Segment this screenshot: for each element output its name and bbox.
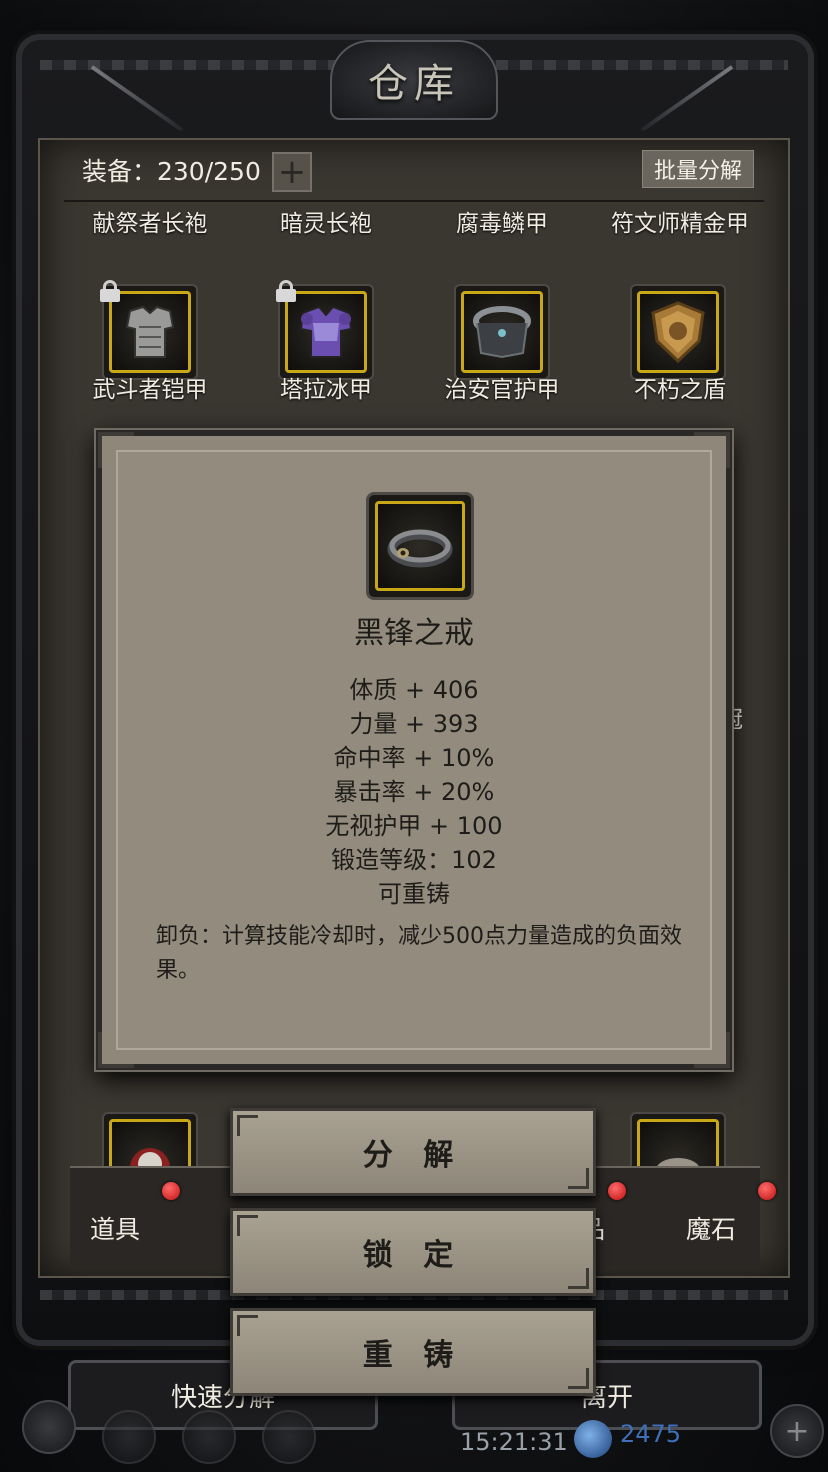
header-divider bbox=[64, 200, 764, 202]
notification-dot bbox=[608, 1182, 626, 1200]
item-icon-frame bbox=[366, 492, 474, 600]
item-name[interactable]: 暗灵长袍 bbox=[236, 204, 416, 238]
title-plate: 仓库 bbox=[330, 40, 498, 120]
stat-line: 体质 + 406 bbox=[349, 676, 479, 704]
item-name[interactable]: 武斗者铠甲 bbox=[60, 370, 240, 404]
recast-button[interactable]: 重 铸 bbox=[230, 1308, 596, 1396]
stat-line: 无视护甲 + 100 bbox=[325, 812, 503, 840]
tab-magic-stone[interactable]: 魔石 bbox=[686, 1210, 736, 1246]
menu-icon[interactable] bbox=[262, 1410, 316, 1464]
expand-capacity-button[interactable]: + bbox=[272, 152, 312, 192]
add-gems-icon[interactable]: + bbox=[770, 1404, 824, 1458]
clock: 15:21:31 bbox=[460, 1428, 568, 1456]
item-detail-modal: 黑锋之戒 体质 + 406 力量 + 393 命中率 + 10% 暴击率 + 2… bbox=[96, 430, 732, 1070]
gear-icon[interactable] bbox=[22, 1400, 76, 1454]
equipment-slot[interactable] bbox=[630, 1112, 726, 1172]
item-description: 卸负：计算技能冷却时，减少500点力量造成的负面效果。 bbox=[156, 924, 682, 983]
equipment-slot[interactable] bbox=[276, 280, 374, 380]
equip-count: 装备：230/250 bbox=[82, 157, 261, 186]
stat-line: 锻造等级：102 bbox=[331, 846, 497, 874]
recastable-label: 可重铸 bbox=[378, 880, 450, 908]
modal-corner bbox=[694, 1032, 730, 1068]
equipment-slot[interactable] bbox=[102, 1112, 198, 1172]
decompose-button[interactable]: 分 解 bbox=[230, 1108, 596, 1196]
notification-dot bbox=[758, 1182, 776, 1200]
item-name[interactable]: 腐毒鳞甲 bbox=[412, 204, 592, 238]
gem-count: 2475 bbox=[620, 1420, 682, 1448]
item-title: 黑锋之戒 bbox=[354, 616, 474, 651]
tab-items[interactable]: 道具 bbox=[90, 1210, 140, 1246]
armor-icon bbox=[125, 305, 175, 358]
lock-icon bbox=[100, 280, 120, 302]
ring-icon bbox=[387, 529, 453, 568]
plus-icon: + bbox=[277, 152, 307, 192]
stat-line: 力量 + 393 bbox=[349, 710, 479, 738]
item-name[interactable]: 符文师精金甲 bbox=[590, 204, 770, 238]
item-name[interactable]: 不朽之盾 bbox=[590, 370, 770, 404]
batch-decompose-button[interactable]: 批量分解 bbox=[642, 150, 754, 188]
equipment-slot[interactable] bbox=[100, 280, 198, 380]
equipment-slot[interactable] bbox=[454, 284, 550, 380]
item-name[interactable]: 治安官护甲 bbox=[412, 370, 592, 404]
gem-icon bbox=[574, 1420, 612, 1458]
item-name[interactable]: 塔拉冰甲 bbox=[236, 370, 416, 404]
menu-icon[interactable] bbox=[182, 1410, 236, 1464]
stat-line: 暴击率 + 20% bbox=[333, 778, 495, 806]
notification-dot bbox=[162, 1182, 180, 1200]
page-title: 仓库 bbox=[368, 61, 460, 107]
modal-corner bbox=[98, 432, 134, 468]
stat-line: 命中率 + 10% bbox=[333, 744, 495, 772]
lock-icon bbox=[276, 280, 296, 302]
shield-icon bbox=[651, 301, 705, 364]
modal-corner bbox=[694, 432, 730, 468]
equipment-slot[interactable] bbox=[630, 284, 726, 380]
item-name[interactable]: 献祭者长袍 bbox=[60, 204, 240, 238]
lock-button[interactable]: 锁 定 bbox=[230, 1208, 596, 1296]
menu-icon[interactable] bbox=[102, 1410, 156, 1464]
purple-armor-icon bbox=[299, 305, 353, 358]
modal-corner bbox=[98, 1032, 134, 1068]
belt-armor-icon bbox=[473, 306, 531, 359]
